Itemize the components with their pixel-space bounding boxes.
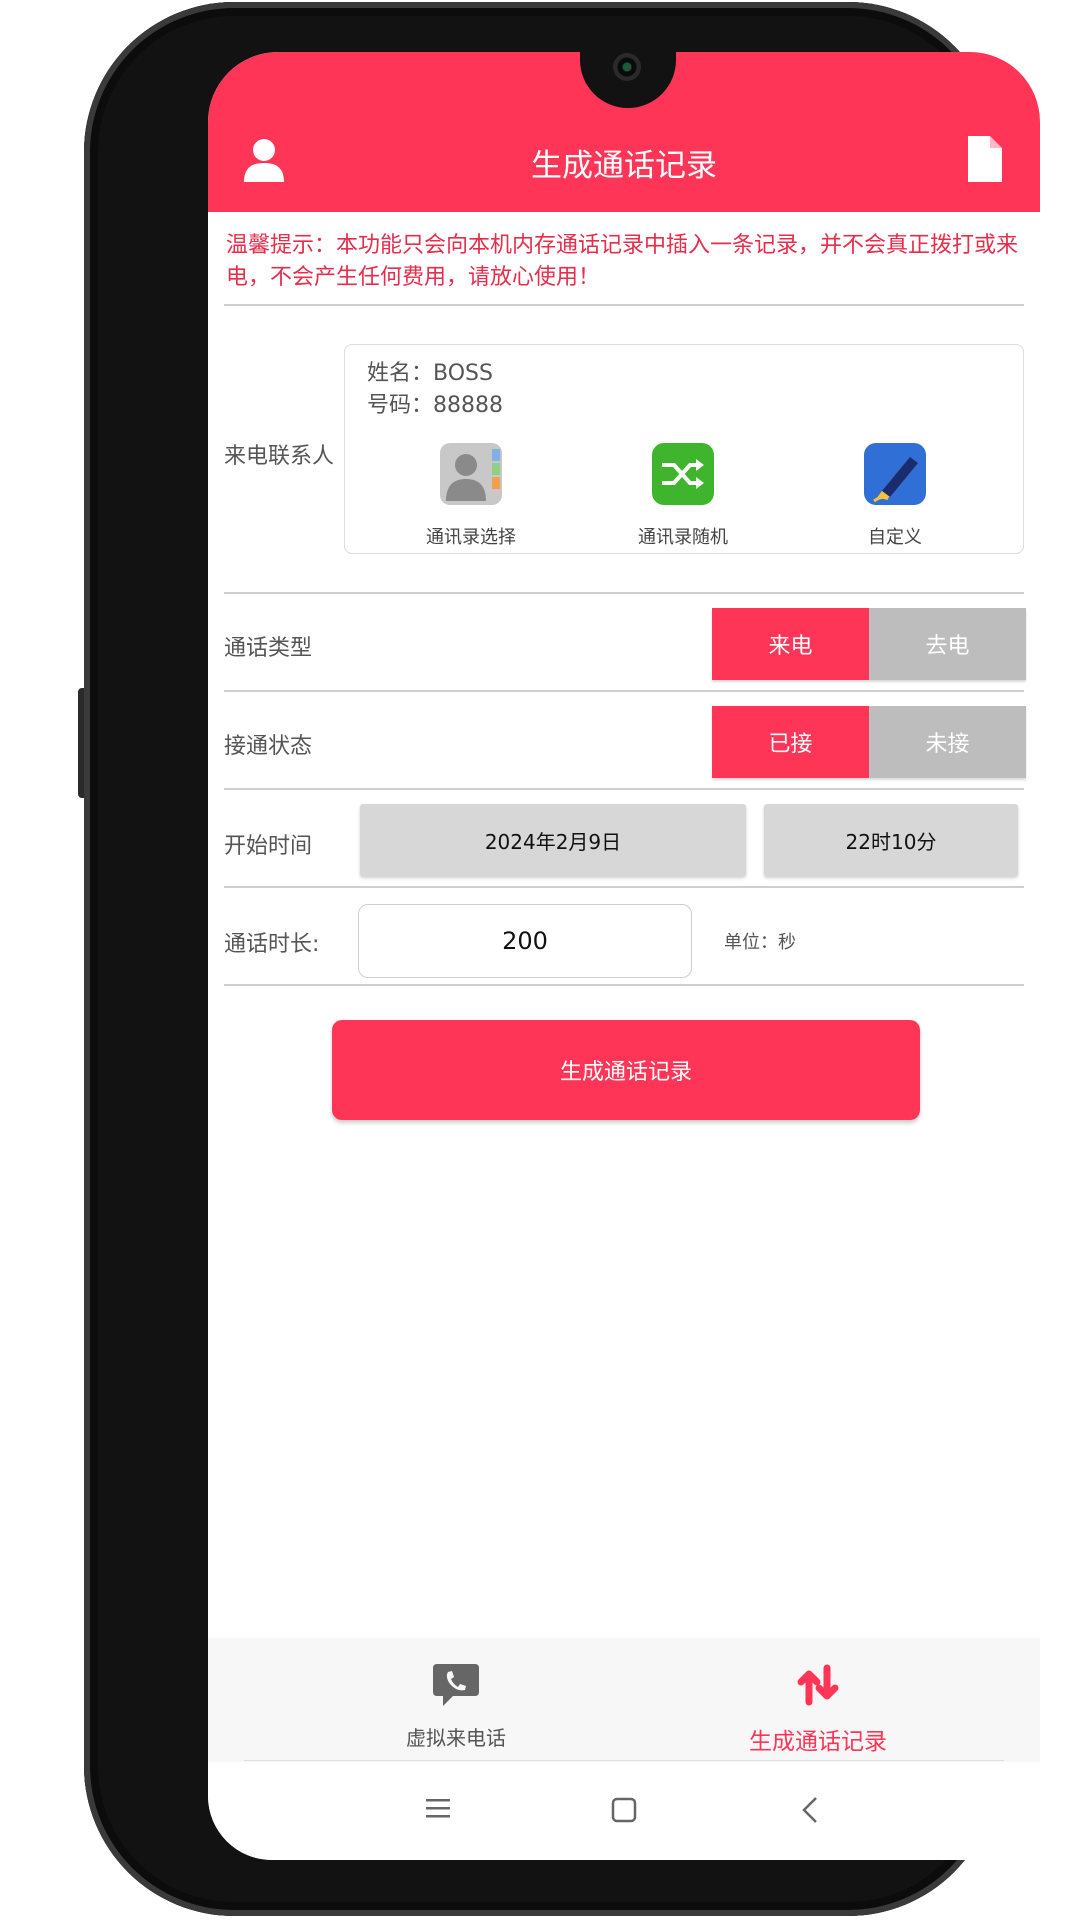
divider [244, 1760, 1004, 1761]
divider [224, 690, 1024, 692]
generate-record-button[interactable]: 生成通话记录 [332, 1020, 920, 1120]
system-nav-bar [208, 1762, 1040, 1860]
pen-icon [864, 443, 926, 505]
pick-from-contacts-button[interactable]: 通讯录选择 [391, 441, 551, 549]
custom-contact-label: 自定义 [868, 527, 922, 548]
phone-frame: 生成通话记录 温馨提示：本功能只会向本机内存通话记录中插入一条记录，并不会真正拨… [84, 2, 1040, 1916]
screen: 生成通话记录 温馨提示：本功能只会向本机内存通话记录中插入一条记录，并不会真正拨… [208, 52, 1040, 1860]
duration-input[interactable]: 200 [358, 904, 692, 978]
menu-icon[interactable] [424, 1796, 452, 1820]
duration-label: 通话时长: [224, 932, 320, 957]
document-icon[interactable] [968, 136, 1002, 182]
swap-arrows-icon [797, 1664, 839, 1706]
divider [224, 788, 1024, 790]
start-time-label: 开始时间 [224, 834, 313, 859]
bottom-tab-bar: 虚拟来电话 生成通话记录 [208, 1638, 1040, 1762]
call-type-label: 通话类型 [224, 636, 313, 661]
divider [224, 304, 1024, 306]
contact-label: 来电联系人 [224, 444, 335, 469]
duration-unit: 单位：秒 [724, 932, 796, 953]
shuffle-icon [652, 443, 714, 505]
home-icon[interactable] [610, 1796, 638, 1824]
call-type-incoming[interactable]: 来电 [712, 608, 869, 680]
front-camera [613, 53, 641, 81]
connect-status-toggle: 已接 未接 [712, 706, 1026, 778]
custom-contact-button[interactable]: 自定义 [815, 441, 975, 549]
tab-fake-call[interactable]: 虚拟来电话 [306, 1638, 606, 1751]
contact-name: 姓名：BOSS [367, 361, 493, 386]
pick-from-contacts-label: 通讯录选择 [426, 527, 516, 548]
contact-number: 号码：88888 [367, 393, 503, 418]
random-contact-label: 通讯录随机 [638, 527, 728, 548]
tab-generate-record[interactable]: 生成通话记录 [668, 1638, 968, 1756]
date-picker-button[interactable]: 2024年2月9日 [360, 804, 746, 876]
status-answered[interactable]: 已接 [712, 706, 869, 778]
random-contact-button[interactable]: 通讯录随机 [603, 441, 763, 549]
status-missed[interactable]: 未接 [869, 706, 1026, 778]
time-picker-button[interactable]: 22时10分 [764, 804, 1018, 876]
back-icon[interactable] [800, 1796, 820, 1824]
warm-tip: 温馨提示：本功能只会向本机内存通话记录中插入一条记录，并不会真正拨打或来电，不会… [226, 233, 1019, 290]
tab-fake-call-label: 虚拟来电话 [406, 1726, 506, 1750]
call-type-outgoing[interactable]: 去电 [869, 608, 1026, 680]
page-title: 生成通话记录 [531, 148, 717, 184]
connect-status-label: 接通状态 [224, 734, 313, 759]
divider [224, 592, 1024, 594]
call-type-toggle: 来电 去电 [712, 608, 1026, 680]
tab-generate-record-label: 生成通话记录 [749, 1729, 887, 1755]
divider [224, 984, 1024, 986]
divider [224, 886, 1024, 888]
phone-chat-icon [433, 1664, 479, 1706]
contacts-book-icon [440, 443, 502, 505]
contact-card: 姓名：BOSS 号码：88888 通讯录选择 通讯录随机 自定义 [344, 344, 1024, 554]
